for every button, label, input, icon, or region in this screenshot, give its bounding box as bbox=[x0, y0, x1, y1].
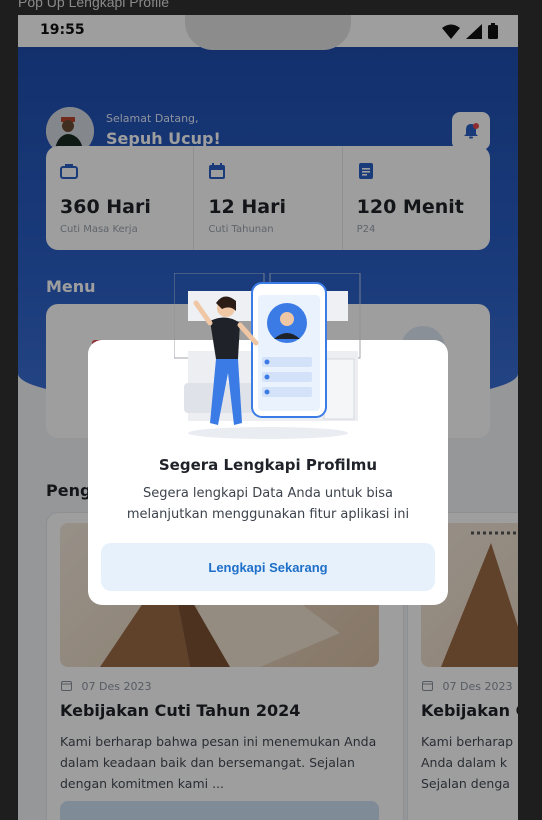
modal-description: Segera lengkapi Data Anda untuk bisa mel… bbox=[126, 486, 410, 522]
profile-illustration bbox=[174, 273, 361, 439]
complete-now-button[interactable]: Lengkapi Sekarang bbox=[101, 543, 435, 591]
window-title: Pop Up Lengkapi Profile bbox=[18, 0, 169, 10]
phone-screen: 19:55 Selamat Datang, Sepuh Ucup! 360 Ha… bbox=[18, 15, 518, 820]
modal-title: Segera Lengkapi Profilmu bbox=[158, 456, 378, 474]
